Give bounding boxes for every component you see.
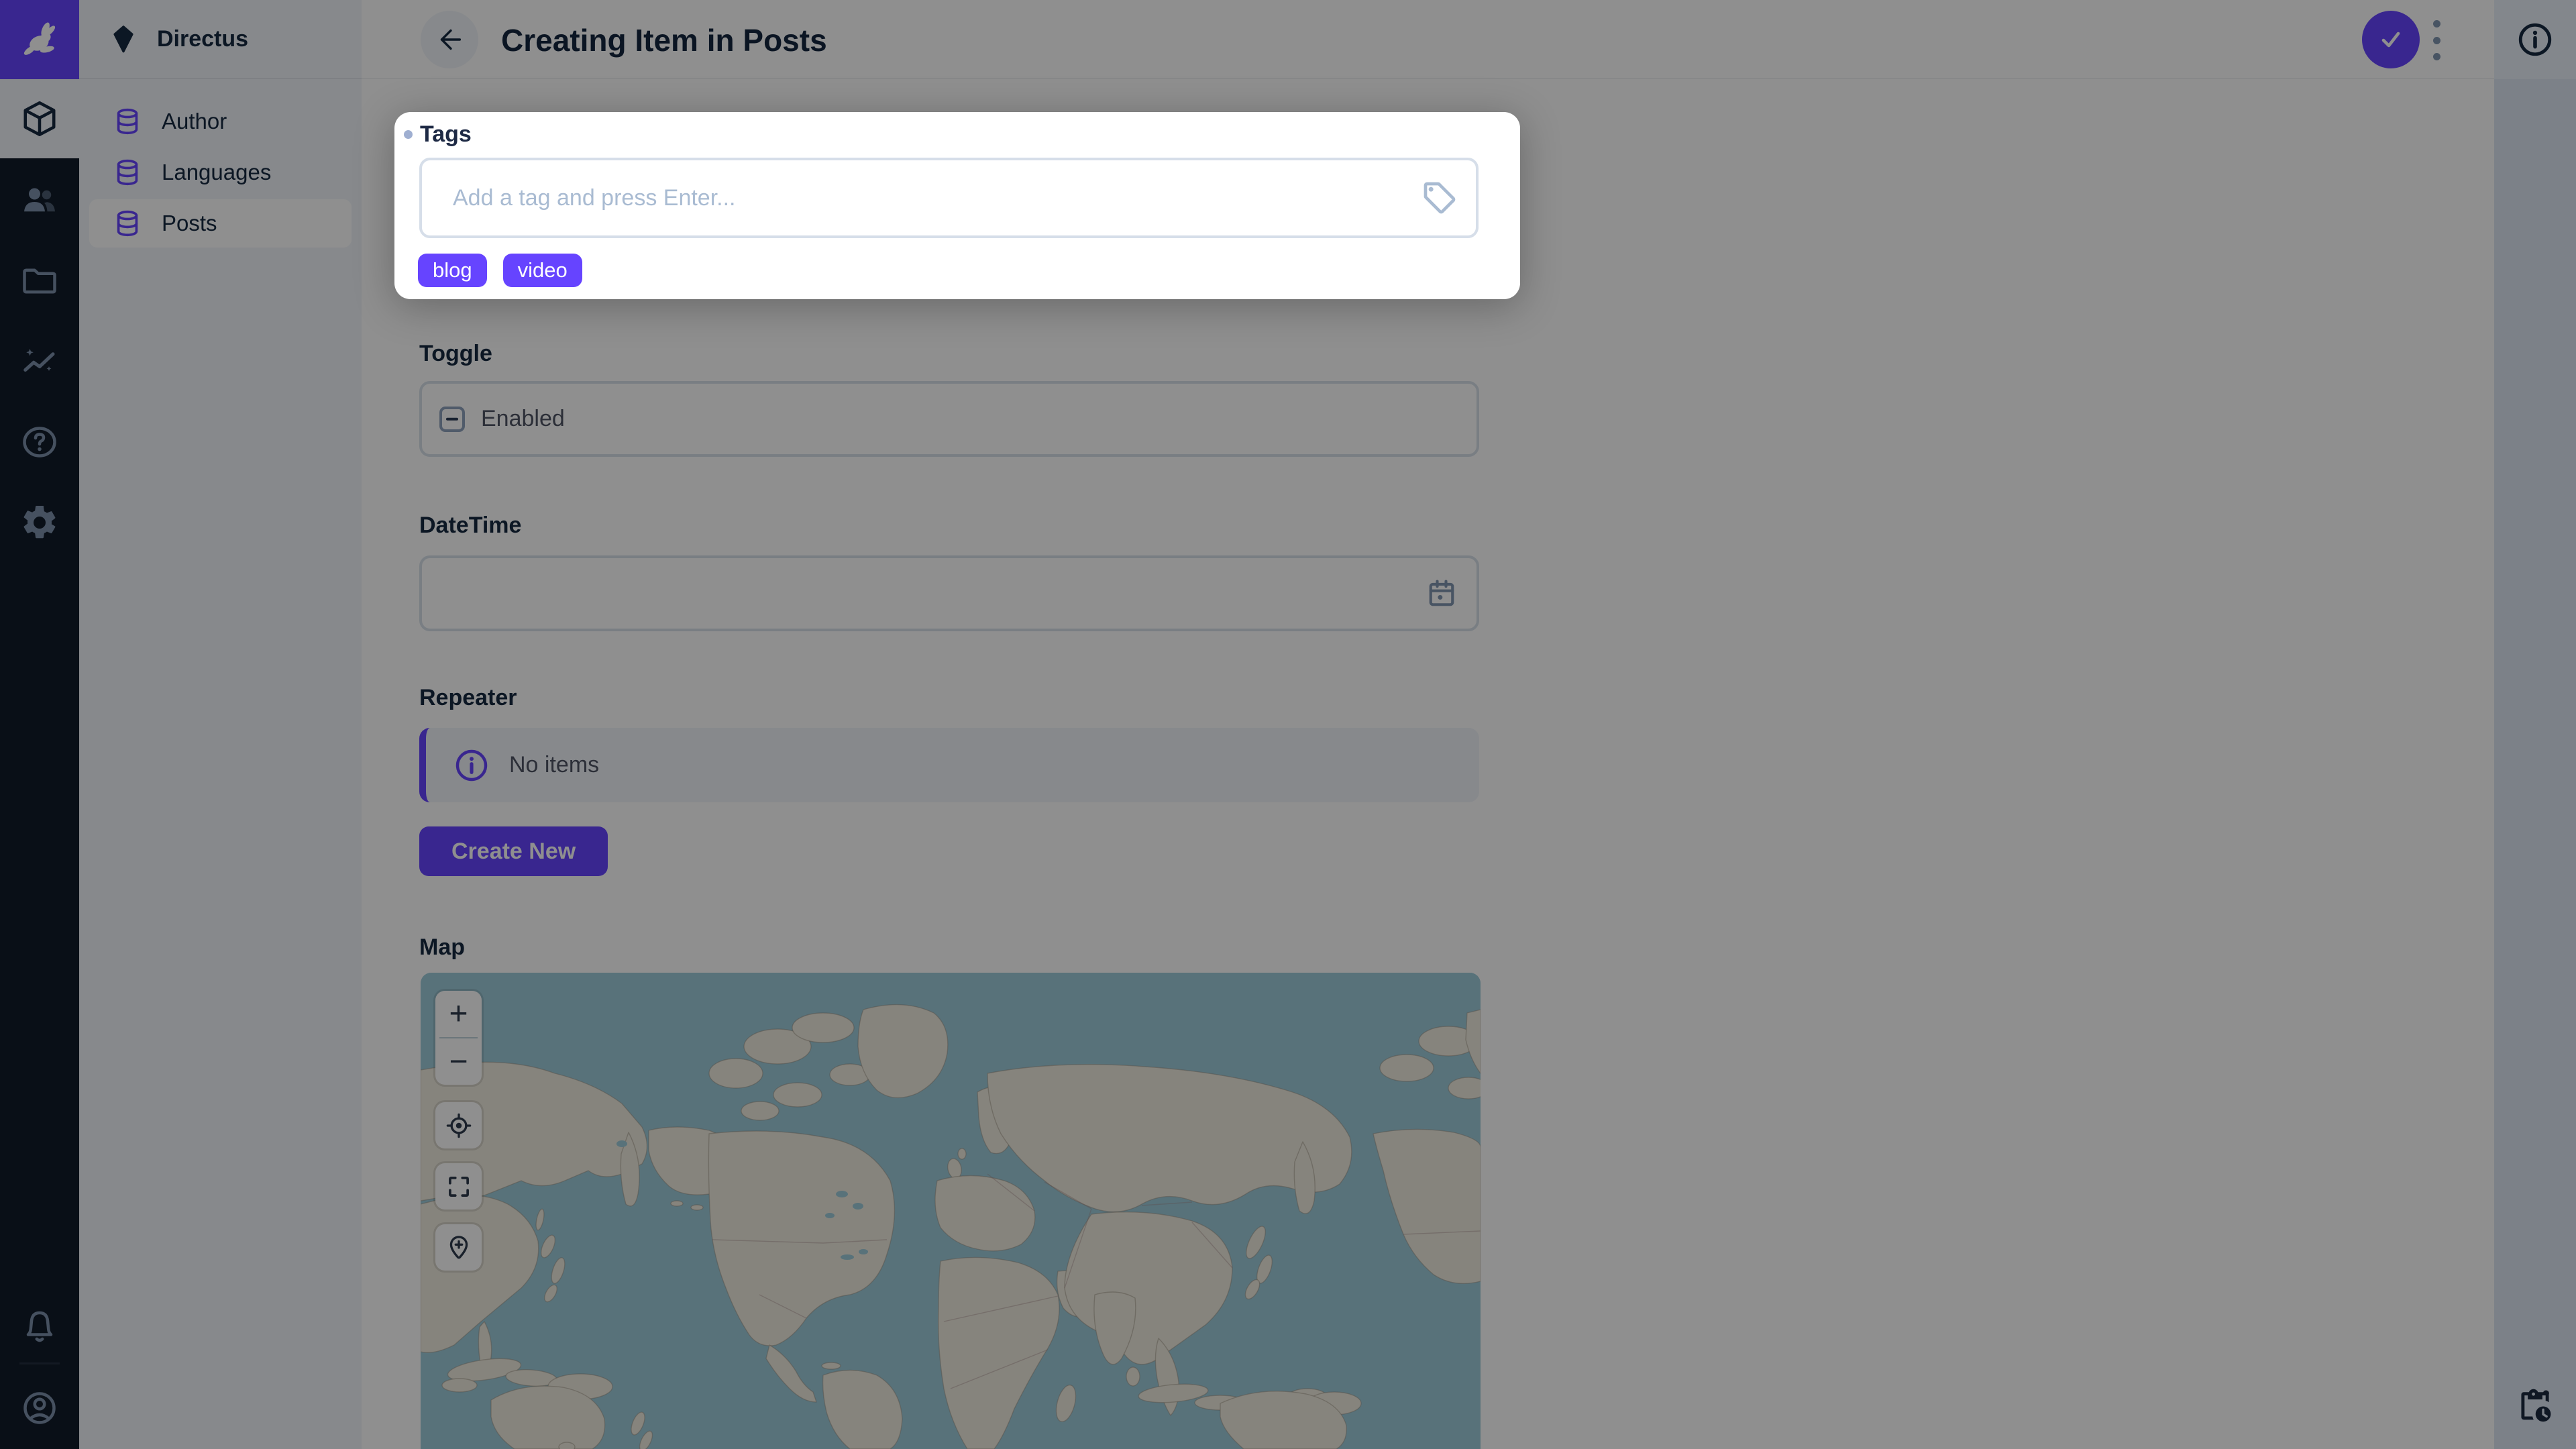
tags-chip-list: blog video <box>418 254 582 287</box>
tags-field-card: Tags blog video <box>394 112 1520 299</box>
edited-dot-icon <box>404 130 413 139</box>
tag-chip[interactable]: video <box>503 254 582 287</box>
tag-icon <box>1421 179 1458 217</box>
tag-chip[interactable]: blog <box>418 254 487 287</box>
tags-input[interactable] <box>451 160 1404 235</box>
tags-label-row: Tags <box>404 121 472 148</box>
tags-input-wrapper <box>419 158 1479 238</box>
tags-field-label: Tags <box>420 121 472 148</box>
